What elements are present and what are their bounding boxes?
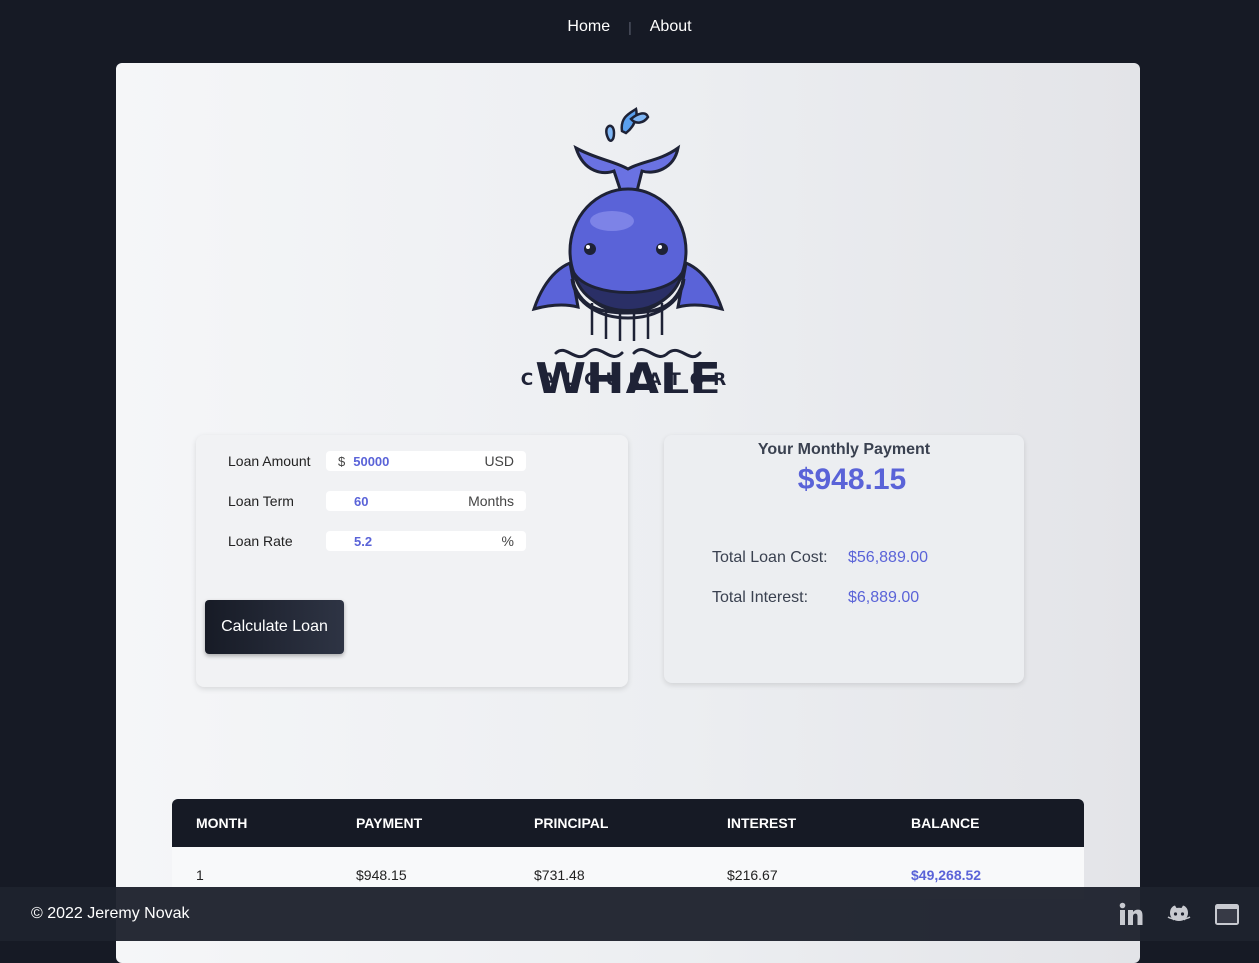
total-interest-row: Total Interest: $6,889.00 bbox=[712, 589, 919, 607]
loan-rate-input[interactable]: 5.2 % bbox=[326, 531, 526, 551]
top-nav: Home | About bbox=[0, 0, 1259, 54]
whale-logo-icon: WHALE bbox=[531, 106, 725, 393]
header-payment: PAYMENT bbox=[356, 815, 423, 831]
loan-term-row: Loan Term 60 Months bbox=[228, 491, 526, 511]
cell-interest: $216.67 bbox=[727, 867, 778, 883]
header-principal: PRINCIPAL bbox=[534, 815, 609, 831]
nav-home-link[interactable]: Home bbox=[549, 18, 628, 36]
term-suffix: Months bbox=[468, 493, 514, 509]
total-cost-value: $56,889.00 bbox=[848, 549, 929, 566]
main-card: WHALE CALCULATOR Loan Amount $ 50000 USD… bbox=[116, 63, 1140, 963]
loan-form: Loan Amount $ 50000 USD Loan Term 60 Mon… bbox=[196, 435, 628, 687]
loan-amount-label: Loan Amount bbox=[228, 453, 311, 469]
brand-subtitle: CALCULATOR bbox=[520, 370, 736, 390]
loan-amount-value: 50000 bbox=[353, 453, 390, 469]
currency-suffix: USD bbox=[484, 453, 514, 469]
loan-term-label: Loan Term bbox=[228, 493, 294, 509]
copyright-text: © 2022 Jeremy Novak bbox=[31, 905, 190, 922]
nav-about-link[interactable]: About bbox=[632, 18, 710, 36]
header-interest: INTEREST bbox=[727, 815, 797, 831]
table-header: MONTH PAYMENT PRINCIPAL INTEREST BALANCE bbox=[172, 799, 1084, 847]
loan-amount-input[interactable]: $ 50000 USD bbox=[326, 451, 526, 471]
loan-rate-value: 5.2 bbox=[354, 533, 373, 549]
loan-amount-row: Loan Amount $ 50000 USD bbox=[228, 451, 526, 471]
loan-rate-row: Loan Rate 5.2 % bbox=[228, 531, 526, 551]
cell-month: 1 bbox=[196, 867, 204, 883]
calculate-loan-button[interactable]: Calculate Loan bbox=[205, 600, 344, 654]
currency-prefix: $ bbox=[338, 453, 346, 469]
total-interest-label: Total Interest: bbox=[712, 589, 809, 606]
cell-balance: $49,268.52 bbox=[911, 867, 982, 883]
total-cost-label: Total Loan Cost: bbox=[712, 549, 828, 566]
loan-rate-label: Loan Rate bbox=[228, 533, 293, 549]
header-month: MONTH bbox=[196, 815, 248, 831]
total-cost-row: Total Loan Cost: $56,889.00 bbox=[712, 549, 928, 567]
monthly-payment-amount: $948.15 bbox=[797, 463, 907, 496]
linkedin-icon[interactable] bbox=[1118, 901, 1144, 927]
cell-principal: $731.48 bbox=[534, 867, 585, 883]
footer: © 2022 Jeremy Novak bbox=[0, 887, 1259, 941]
cell-payment: $948.15 bbox=[356, 867, 407, 883]
browser-window-icon[interactable] bbox=[1214, 901, 1240, 927]
amortization-table: MONTH PAYMENT PRINCIPAL INTEREST BALANCE… bbox=[172, 799, 1084, 899]
loan-term-value: 60 bbox=[354, 493, 369, 509]
github-icon[interactable] bbox=[1166, 901, 1192, 927]
total-interest-value: $6,889.00 bbox=[848, 589, 920, 606]
result-panel: Your Monthly Payment $948.15 Total Loan … bbox=[664, 435, 1024, 683]
monthly-payment-title: Your Monthly Payment bbox=[757, 441, 931, 458]
header-balance: BALANCE bbox=[911, 815, 980, 831]
rate-suffix: % bbox=[501, 533, 514, 549]
loan-term-input[interactable]: 60 Months bbox=[326, 491, 526, 511]
